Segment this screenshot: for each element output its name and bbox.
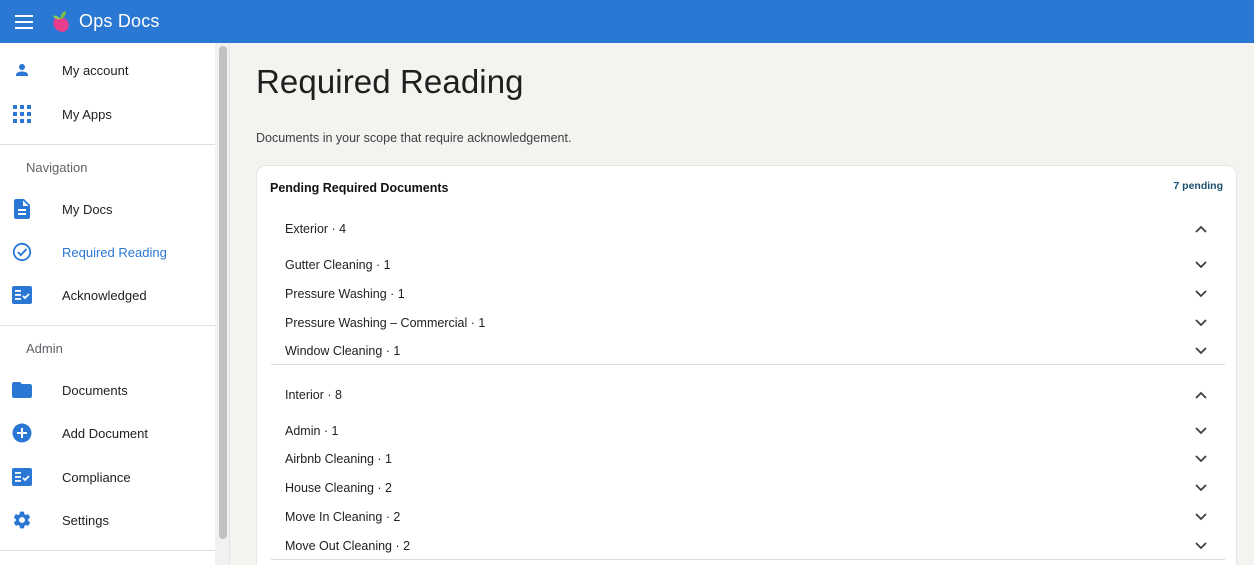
list-item-label: House Cleaning · 2 [285,481,393,495]
sidebar-item-acknowledged[interactable]: Acknowledged [0,275,215,315]
list-item[interactable]: Pressure Washing · 1 [271,280,1225,308]
sidebar-item-label: Settings [62,512,109,528]
app-title: Ops Docs [79,11,160,31]
top-app-bar: Ops Docs [0,0,1254,43]
sidebar-item-label: Required Reading [62,244,167,260]
list-item[interactable]: Airbnb Cleaning · 1 [271,445,1225,473]
sidebar-item-settings[interactable]: Settings [0,500,215,540]
list-item-label: Airbnb Cleaning · 1 [285,452,393,466]
main-content: Required Reading Documents in your scope… [230,43,1254,565]
sidebar-item-label: My Apps [62,106,112,122]
sidebar-divider [0,325,215,326]
chevron-up-icon [1195,225,1207,233]
sidebar-item-compliance[interactable]: Compliance [0,457,215,497]
sidebar-divider [0,550,215,551]
list-item[interactable]: Window Cleaning · 1 [271,337,1225,365]
chevron-down-icon [1195,347,1207,355]
checklist-icon [12,467,32,487]
sidebar-item-label: Acknowledged [62,287,147,303]
menu-button[interactable] [0,0,48,43]
chevron-up-icon [1195,391,1207,399]
sidebar-item-label: Add Document [62,425,148,441]
list-item-label: Window Cleaning · 1 [285,344,401,358]
gear-icon [12,510,32,530]
hamburger-menu-icon [15,14,33,29]
apps-grid-icon [12,104,32,124]
list-item-label: Pressure Washing · 1 [285,287,405,301]
folder-icon [12,380,32,400]
sidebar-item-add-document[interactable]: Add Document [0,413,215,453]
group-header-exterior[interactable]: Exterior · 4 [271,215,1225,243]
chevron-down-icon [1195,290,1207,298]
sidebar-item-my-account[interactable]: My account [0,50,215,90]
chevron-down-icon [1195,427,1207,435]
list-item-label: Admin · 1 [285,424,339,438]
navigation-section-header: Navigation [26,160,88,175]
list-item[interactable]: Admin · 1 [271,417,1225,445]
check-circle-icon [12,242,32,262]
list-item-label: Move Out Cleaning · 2 [285,539,411,553]
sidebar-item-label: Documents [62,382,128,398]
sidebar-item-required-reading[interactable]: Required Reading [0,232,215,272]
group-divider [271,559,1225,560]
person-icon [12,60,32,80]
pending-documents-card: Pending Required Documents 7 pending Ext… [256,165,1237,565]
chevron-down-icon [1195,319,1207,327]
list-item[interactable]: Move Out Cleaning · 2 [271,532,1225,560]
sidebar-item-documents[interactable]: Documents [0,370,215,410]
sidebar-item-label: My account [62,62,129,78]
sidebar-item-label: Compliance [62,469,131,485]
sidebar-item-my-apps[interactable]: My Apps [0,94,215,134]
sidebar-item-label: My Docs [62,201,113,217]
add-circle-icon [12,423,32,443]
sidebar: My account My Apps Navigation My Docs Re… [0,43,230,565]
list-item[interactable]: House Cleaning · 2 [271,474,1225,502]
group-divider [271,364,1225,365]
list-item[interactable]: Gutter Cleaning · 1 [271,251,1225,279]
pending-count-badge: 7 pending [1173,180,1223,192]
card-title: Pending Required Documents [270,181,449,195]
checklist-icon [12,285,32,305]
sidebar-item-my-docs[interactable]: My Docs [0,189,215,229]
list-item-label: Pressure Washing – Commercial · 1 [285,316,486,330]
document-icon [12,199,32,219]
page-title: Required Reading [256,63,524,100]
chevron-down-icon [1195,513,1207,521]
admin-section-header: Admin [26,341,63,356]
chevron-down-icon [1195,484,1207,492]
list-item[interactable]: Pressure Washing – Commercial · 1 [271,309,1225,337]
list-item-label: Move In Cleaning · 2 [285,510,401,524]
group-header-interior[interactable]: Interior · 8 [271,381,1225,409]
chevron-down-icon [1195,455,1207,463]
chevron-down-icon [1195,261,1207,269]
chevron-down-icon [1195,542,1207,550]
app-logo-icon [53,10,69,32]
list-item[interactable]: Move In Cleaning · 2 [271,503,1225,531]
list-item-label: Gutter Cleaning · 1 [285,258,391,272]
page-subtitle: Documents in your scope that require ack… [256,131,572,145]
group-label: Exterior · 4 [285,222,347,236]
group-label: Interior · 8 [285,388,342,402]
sidebar-divider [0,144,215,145]
sidebar-scrollbar-thumb[interactable] [219,46,227,539]
